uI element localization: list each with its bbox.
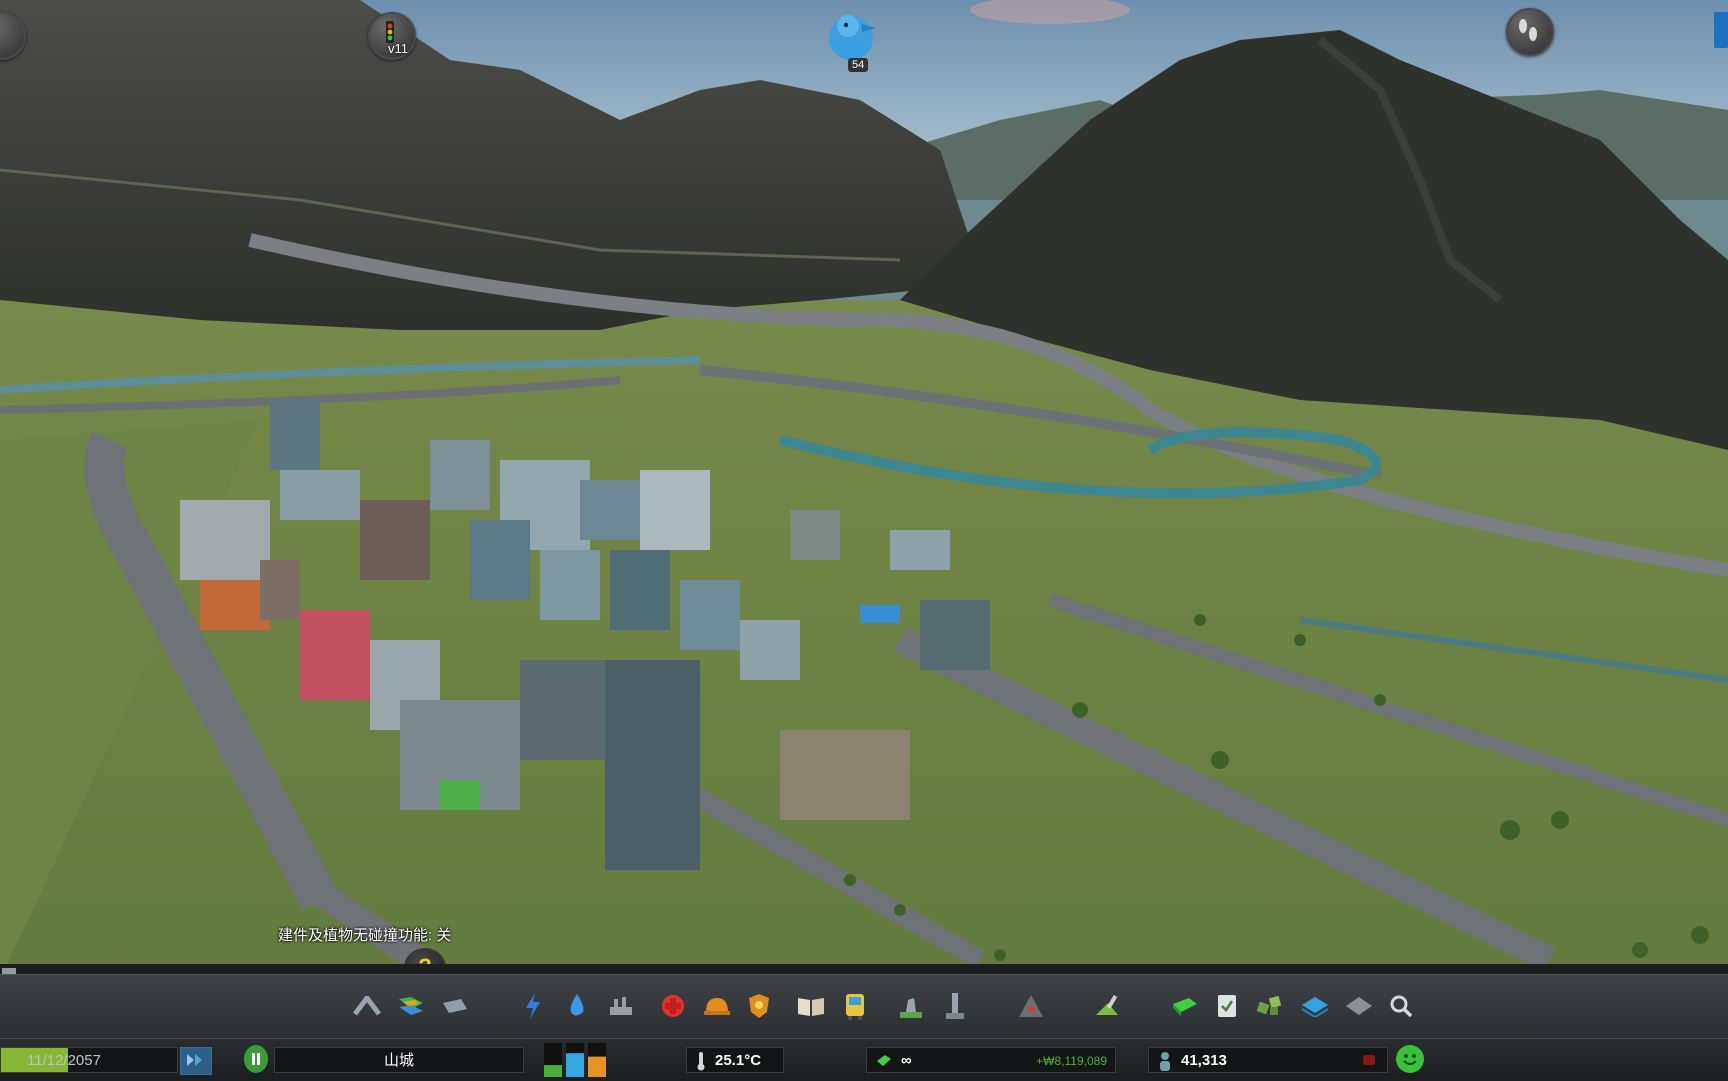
areas-tool-icon[interactable] (1256, 991, 1286, 1021)
citizen-icon (1160, 1052, 1170, 1071)
thermometer-icon (697, 1052, 705, 1071)
residential-demand-bar (544, 1065, 562, 1077)
police-tool-icon[interactable] (744, 991, 774, 1021)
cash-icon (877, 1055, 891, 1066)
footprints-icon (1519, 19, 1537, 41)
bulldozer-tool-icon[interactable] (1344, 991, 1374, 1021)
money-balance: ∞ (901, 1052, 912, 1069)
population-trend-icon (1363, 1055, 1375, 1065)
date-display: 11/12/2057 (0, 1047, 178, 1073)
zone-demand-meter (544, 1043, 606, 1077)
healthcare-tool-icon[interactable] (658, 991, 688, 1021)
commercial-demand-bar (566, 1053, 584, 1077)
districts-tool-icon[interactable] (440, 991, 470, 1021)
pause-icon (252, 1053, 260, 1065)
water-tool-icon[interactable] (562, 991, 592, 1021)
traffic-manager-version: v11 (388, 41, 408, 56)
beautification-tool-icon[interactable] (896, 991, 926, 1021)
happiness-smiley-icon[interactable] (1396, 1045, 1424, 1073)
layers-tool-icon[interactable] (1300, 991, 1330, 1021)
money-tool-icon[interactable] (1170, 991, 1200, 1021)
game-viewport[interactable] (0, 0, 1728, 1080)
industrial-demand-bar (588, 1056, 606, 1077)
fire-department-tool-icon[interactable] (702, 991, 732, 1021)
population-value: 41,313 (1181, 1052, 1227, 1069)
city-name[interactable]: 山城 (274, 1047, 524, 1073)
monuments-tool-icon[interactable] (940, 991, 970, 1021)
game-speed-button[interactable] (180, 1047, 212, 1075)
toolbar-top-strip (0, 964, 1728, 974)
electricity-tool-icon[interactable] (518, 991, 548, 1021)
public-transport-tool-icon[interactable] (840, 991, 870, 1021)
weekly-income: +₩8,119,089 (1036, 1054, 1107, 1068)
info-bar: 11/12/2057 山城 25.1°C ∞ +₩8,119,089 41,31… (0, 1038, 1728, 1081)
policies-tool-icon[interactable] (1212, 991, 1242, 1021)
temperature-value: 25.1°C (715, 1052, 762, 1069)
temperature-display: 25.1°C (686, 1047, 784, 1073)
main-toolbar (0, 974, 1728, 1039)
landscaping-tool-icon[interactable] (1092, 991, 1122, 1021)
smiley-face-icon (1403, 1054, 1417, 1065)
pause-button[interactable] (244, 1045, 268, 1073)
roads-tool-icon[interactable] (352, 991, 382, 1021)
money-display[interactable]: ∞ +₩8,119,089 (866, 1047, 1116, 1073)
education-tool-icon[interactable] (796, 991, 826, 1021)
free-camera-button[interactable] (1506, 8, 1554, 56)
zoning-tool-icon[interactable] (396, 991, 426, 1021)
collision-status-message: 建件及植物无碰撞功能: 关 (278, 927, 452, 944)
date-text: 11/12/2057 (27, 1052, 101, 1069)
garbage-tool-icon[interactable] (606, 991, 636, 1021)
wonders-tool-icon[interactable] (1016, 991, 1046, 1021)
play-speed-icon (187, 1054, 202, 1066)
chirper-message-count: 54 (848, 58, 869, 72)
right-corner-icon[interactable] (1714, 12, 1728, 48)
search-icon[interactable] (1386, 991, 1416, 1021)
population-display[interactable]: 41,313 (1148, 1047, 1388, 1073)
